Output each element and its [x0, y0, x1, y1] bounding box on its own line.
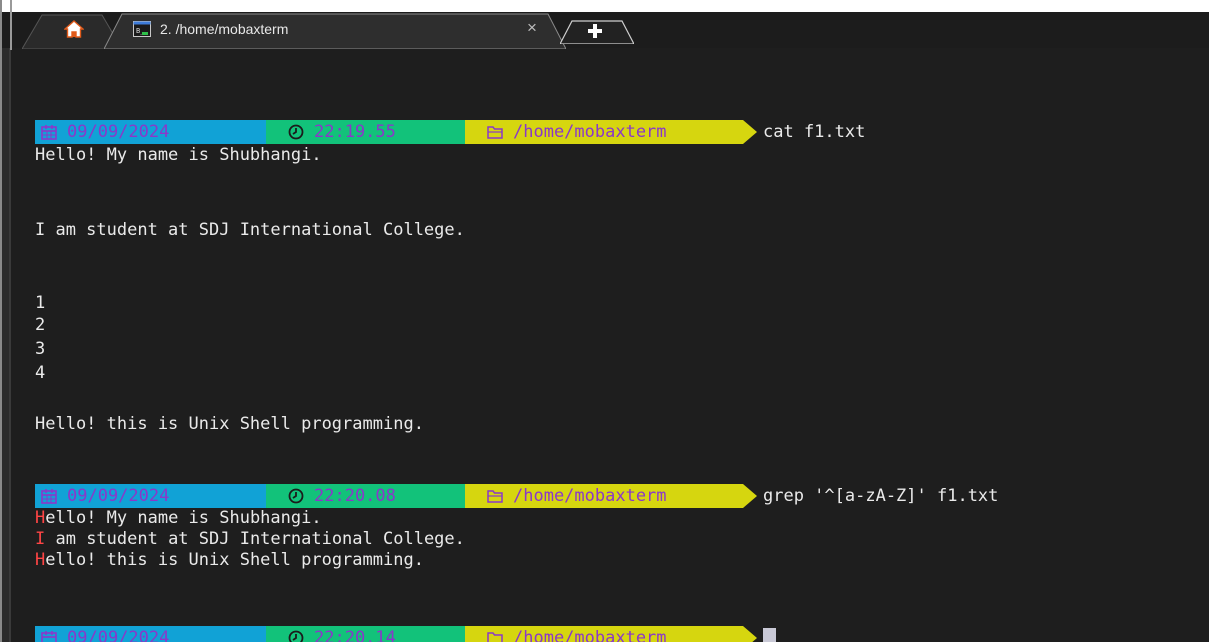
prompt-date-segment: 09/09/2024 [35, 626, 280, 642]
output-line: 1 [35, 293, 46, 313]
terminal-cursor[interactable] [763, 628, 776, 642]
close-tab-icon[interactable]: × [527, 19, 537, 37]
segment-arrow [743, 626, 757, 642]
terminal-icon: B_ [133, 21, 151, 37]
prompt-dir-segment: /home/mobaxterm [465, 120, 757, 144]
prompt-dir: /home/mobaxterm [513, 486, 667, 506]
prompt-dir-segment: /home/mobaxterm [465, 626, 757, 642]
output-line: 2 [35, 315, 46, 335]
prompt-time-segment: 22:19.55 [266, 120, 479, 144]
clock-icon [288, 488, 304, 504]
command-text: grep '^[a-zA-Z]' f1.txt [763, 486, 999, 506]
output-line: I am student at SDJ International Colleg… [35, 220, 465, 240]
prompt-dir-segment: /home/mobaxterm [465, 484, 757, 508]
prompt-date-segment: 09/09/2024 [35, 484, 280, 508]
prompt-line: 09/09/2024 22:20.08 /home/mobaxterm grep… [35, 484, 998, 508]
prompt-date-segment: 09/09/2024 [35, 120, 280, 144]
new-tab-button[interactable] [566, 20, 626, 42]
output-line: 3 [35, 339, 46, 359]
folder-icon [487, 632, 503, 642]
plus-icon [588, 24, 602, 38]
folder-icon [487, 490, 503, 503]
command-text: cat f1.txt [763, 122, 866, 142]
prompt-time-segment: 22:20.08 [266, 484, 479, 508]
calendar-icon [41, 125, 57, 140]
prompt-date: 09/09/2024 [67, 122, 170, 142]
grep-output-line: Hello! My name is Shubhangi. [35, 507, 322, 529]
calendar-icon [41, 631, 57, 642]
grep-rest: ello! My name is Shubhangi. [45, 508, 322, 528]
output-line: Hello! this is Unix Shell programming. [35, 414, 424, 434]
grep-output-line: I am student at SDJ International Colleg… [35, 528, 465, 550]
home-tab[interactable] [34, 14, 114, 44]
session-tab[interactable]: B_ 2. /home/mobaxterm × [118, 14, 550, 44]
window-left-edge [0, 0, 2, 642]
grep-match: H [35, 508, 46, 528]
grep-match: I [35, 529, 46, 549]
clock-icon [288, 124, 304, 140]
segment-arrow [743, 120, 757, 144]
session-tab-title: 2. /home/mobaxterm [160, 21, 289, 37]
output-line: Hello! My name is Shubhangi. [35, 145, 322, 165]
prompt-date: 09/09/2024 [67, 628, 170, 642]
tab-bar: B_ 2. /home/mobaxterm × [0, 0, 1209, 49]
prompt-line: 09/09/2024 22:19.55 /home/mobaxterm cat … [35, 120, 865, 144]
calendar-icon [41, 489, 57, 504]
terminal-output[interactable]: 09/09/2024 22:19.55 /home/mobaxterm cat … [16, 48, 1209, 642]
title-strip [0, 0, 1209, 12]
prompt-date: 09/09/2024 [67, 486, 170, 506]
grep-match: H [35, 550, 46, 570]
grep-output-line: Hello! this is Unix Shell programming. [35, 549, 424, 571]
mobaxterm-window: B_ 2. /home/mobaxterm × 09/09/2024 22:19… [0, 0, 1209, 642]
sidebar-divider [10, 0, 12, 50]
output-line: 4 [35, 363, 46, 383]
segment-arrow [743, 484, 757, 508]
prompt-time: 22:20.08 [314, 486, 396, 506]
clock-icon [288, 630, 304, 642]
left-panel-border-inner [9, 48, 11, 642]
prompt-time: 22:20.14 [314, 628, 396, 642]
grep-rest: ello! this is Unix Shell programming. [45, 550, 424, 570]
prompt-dir: /home/mobaxterm [513, 628, 667, 642]
prompt-line: 09/09/2024 22:20.14 /home/mobaxterm [35, 626, 776, 642]
grep-rest: am student at SDJ International College. [45, 529, 465, 549]
prompt-dir: /home/mobaxterm [513, 122, 667, 142]
home-icon [64, 20, 84, 38]
folder-icon [487, 126, 503, 139]
prompt-time: 22:19.55 [314, 122, 396, 142]
prompt-time-segment: 22:20.14 [266, 626, 479, 642]
